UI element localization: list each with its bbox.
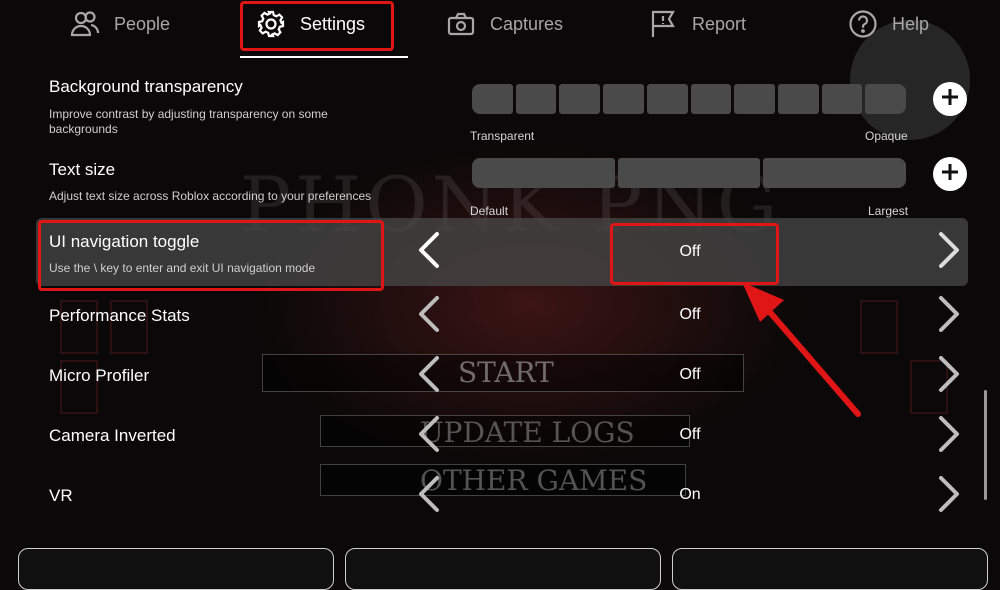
tab-captures-label: Captures	[490, 13, 564, 34]
camera-inverted-prev-button[interactable]	[416, 415, 442, 458]
chevron-right-icon	[937, 475, 961, 518]
gear-icon	[256, 9, 286, 39]
background-transparency-increase-button[interactable]	[933, 82, 967, 116]
chevron-right-icon	[937, 415, 961, 458]
slider-segment[interactable]	[690, 84, 732, 114]
performance-stats-value: Off	[679, 306, 701, 323]
vr-title: VR	[49, 486, 73, 505]
bottom-action-card[interactable]	[345, 548, 661, 590]
settings-panel: Background transparency Improve contrast…	[0, 60, 1000, 563]
camera-icon	[446, 9, 476, 39]
tab-help[interactable]: Help	[848, 0, 929, 48]
ui-navigation-toggle-prev-button[interactable]	[416, 231, 442, 274]
slider-segment[interactable]	[821, 84, 863, 114]
transparency-max-label: Opaque	[865, 129, 908, 143]
micro-profiler-value: Off	[679, 366, 701, 383]
slider-segment[interactable]	[472, 158, 615, 188]
text-size-increase-button[interactable]	[933, 157, 967, 191]
chevron-left-icon	[417, 231, 441, 274]
slider-segment[interactable]	[734, 84, 775, 114]
chevron-left-icon	[417, 295, 441, 338]
plus-icon	[940, 87, 960, 112]
slider-segment[interactable]	[603, 84, 644, 114]
vr-next-button[interactable]	[936, 475, 962, 518]
tab-settings[interactable]: Settings	[256, 0, 365, 48]
chevron-right-icon	[937, 355, 961, 398]
micro-profiler-title: Micro Profiler	[49, 366, 150, 385]
vr-value: On	[679, 486, 701, 503]
slider-segment[interactable]	[763, 158, 907, 188]
text-size-min-label: Default	[470, 204, 509, 218]
slider-segment[interactable]	[777, 84, 819, 114]
plus-icon	[940, 162, 960, 187]
slider-segment[interactable]	[559, 84, 601, 114]
slider-segment[interactable]	[617, 158, 761, 188]
chevron-left-icon	[417, 355, 441, 398]
ui-navigation-toggle-description: Use the \ key to enter and exit UI navig…	[49, 261, 316, 275]
slider-segment[interactable]	[515, 84, 557, 114]
camera-inverted-value: Off	[679, 426, 701, 443]
performance-stats-prev-button[interactable]	[416, 295, 442, 338]
active-tab-indicator	[240, 56, 408, 58]
background-transparency-slider[interactable]	[472, 84, 907, 114]
camera-inverted-title: Camera Inverted	[49, 426, 176, 445]
chevron-left-icon	[417, 415, 441, 458]
chevron-left-icon	[417, 475, 441, 518]
camera-inverted-next-button[interactable]	[936, 415, 962, 458]
tab-captures[interactable]: Captures	[446, 0, 563, 48]
transparency-min-label: Transparent	[470, 129, 535, 143]
bottom-action-card[interactable]	[672, 548, 988, 590]
slider-segment[interactable]	[865, 84, 907, 114]
micro-profiler-next-button[interactable]	[936, 355, 962, 398]
tab-settings-label: Settings	[300, 13, 366, 34]
ui-navigation-toggle-title: UI navigation toggle	[49, 232, 200, 251]
background-transparency-title: Background transparency	[49, 77, 243, 96]
chevron-right-icon	[937, 295, 961, 338]
bottom-action-card[interactable]	[18, 548, 334, 590]
performance-stats-title: Performance Stats	[49, 306, 190, 325]
flag-icon	[648, 9, 678, 39]
ui-navigation-toggle-value: Off	[679, 243, 701, 260]
tab-help-label: Help	[892, 13, 930, 34]
people-icon	[70, 9, 100, 39]
background-transparency-description: Improve contrast by adjusting transparen…	[49, 107, 328, 136]
performance-stats-next-button[interactable]	[936, 295, 962, 338]
text-size-title: Text size	[49, 160, 116, 179]
micro-profiler-prev-button[interactable]	[416, 355, 442, 398]
menu-tab-bar: People Settings Captures Report Help	[0, 0, 1000, 58]
text-size-description: Adjust text size across Roblox according…	[49, 189, 372, 203]
tab-people[interactable]: People	[70, 0, 170, 48]
text-size-slider[interactable]	[472, 158, 907, 188]
vr-prev-button[interactable]	[416, 475, 442, 518]
slider-segment[interactable]	[646, 84, 688, 114]
tab-report[interactable]: Report	[648, 0, 746, 48]
scrollbar-thumb[interactable]	[984, 390, 987, 500]
slider-segment[interactable]	[472, 84, 513, 114]
help-icon	[848, 9, 878, 39]
tab-people-label: People	[114, 13, 171, 34]
ui-navigation-toggle-next-button[interactable]	[936, 231, 962, 274]
chevron-right-icon	[937, 231, 961, 274]
text-size-max-label: Largest	[868, 204, 909, 218]
tab-report-label: Report	[692, 13, 747, 34]
